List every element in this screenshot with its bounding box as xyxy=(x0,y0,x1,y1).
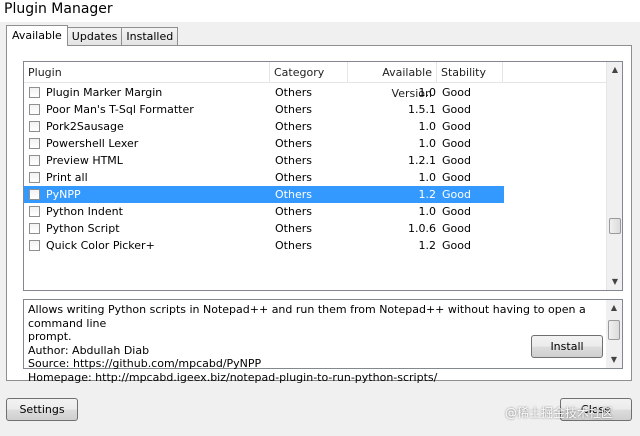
settings-button[interactable]: Settings xyxy=(6,398,78,421)
plugin-stability: Good xyxy=(442,239,471,252)
scrollbar-thumb[interactable] xyxy=(608,320,620,340)
list-item[interactable]: PyNPP Others 1.2 Good xyxy=(24,186,504,203)
checkbox-icon[interactable] xyxy=(29,206,40,217)
plugin-name: Python Script xyxy=(46,222,120,235)
plugin-version: 1.5.1 xyxy=(408,103,436,116)
plugin-version: 1.0 xyxy=(418,171,437,184)
column-header-category[interactable]: Category xyxy=(270,62,348,83)
column-header-stability[interactable]: Stability xyxy=(437,62,503,83)
column-header-available-version[interactable]: Available Version xyxy=(348,62,437,100)
scrollbar-thumb[interactable] xyxy=(609,218,621,235)
plugin-name: Preview HTML xyxy=(46,154,123,167)
tab-panel: Plugin Category Available Version Stabil… xyxy=(6,45,632,384)
description-text: Allows writing Python scripts in Notepad… xyxy=(28,303,602,384)
plugin-version: 1.0 xyxy=(418,120,437,133)
list-item[interactable]: Poor Man's T-Sql Formatter Others 1.5.1 Goo… xyxy=(24,101,504,118)
description-source: Source: https://github.com/mpcabd/PyNPP xyxy=(28,357,262,370)
description-scrollbar[interactable]: ▲ ▼ xyxy=(606,300,622,368)
up-arrow-icon[interactable]: ▲ xyxy=(606,300,622,316)
title-bar: Plugin Manager xyxy=(0,0,640,22)
description-author: Author: Abdullah Diab xyxy=(28,343,150,357)
down-arrow-icon[interactable]: ▼ xyxy=(606,352,622,368)
plugin-category: Others xyxy=(275,103,312,116)
plugin-stability: Good xyxy=(442,171,471,184)
plugin-stability: Good xyxy=(442,86,471,99)
plugin-name: Powershell Lexer xyxy=(46,137,139,150)
list-header: Plugin Category Available Version Stabil… xyxy=(24,62,606,100)
plugin-stability: Good xyxy=(442,188,471,201)
plugin-version: 1.0 xyxy=(418,205,437,218)
tab-strip: Available Updates Installed xyxy=(6,25,179,46)
window-title: Plugin Manager xyxy=(4,1,113,17)
plugin-stability: Good xyxy=(442,154,471,167)
list-item[interactable]: Preview HTML Others 1.2.1 Good xyxy=(24,152,504,169)
checkbox-icon[interactable] xyxy=(29,104,40,115)
plugin-stability: Good xyxy=(442,222,471,235)
up-arrow-icon[interactable]: ▲ xyxy=(607,62,622,78)
plugin-category: Others xyxy=(275,188,312,201)
plugin-category: Others xyxy=(275,171,312,184)
checkbox-icon[interactable] xyxy=(29,189,40,200)
list-item[interactable]: Plugin Marker Margin Others 1.0 Good xyxy=(24,84,504,101)
plugin-category: Others xyxy=(275,205,312,218)
checkbox-icon[interactable] xyxy=(29,223,40,234)
plugin-name: Python Indent xyxy=(46,205,123,218)
checkbox-icon[interactable] xyxy=(29,155,40,166)
list-item[interactable]: Python Script Others 1.0.6 Good xyxy=(24,220,504,237)
checkbox-icon[interactable] xyxy=(29,138,40,149)
plugin-version: 1.2.1 xyxy=(408,154,436,167)
watermark: @稀土掘金技术社区 xyxy=(505,406,614,420)
install-button[interactable]: Install xyxy=(531,335,603,358)
checkbox-icon[interactable] xyxy=(29,121,40,132)
plugin-version: 1.0 xyxy=(418,86,437,99)
plugin-category: Others xyxy=(275,137,312,150)
checkbox-icon[interactable] xyxy=(29,87,40,98)
description-line: prompt. xyxy=(28,330,72,343)
plugin-list[interactable]: Plugin Category Available Version Stabil… xyxy=(23,61,623,291)
checkbox-icon[interactable] xyxy=(29,172,40,183)
plugin-stability: Good xyxy=(442,103,471,116)
tab-available[interactable]: Available xyxy=(6,25,68,46)
plugin-category: Others xyxy=(275,120,312,133)
down-arrow-icon[interactable]: ▼ xyxy=(607,274,622,290)
plugin-category: Others xyxy=(275,222,312,235)
plugin-name: Plugin Marker Margin xyxy=(46,86,163,99)
list-rows: Plugin Marker Margin Others 1.0 Good Poor Ma… xyxy=(24,83,606,290)
plugin-name: Pork2Sausage xyxy=(46,120,124,133)
column-header-plugin[interactable]: Plugin xyxy=(24,62,270,83)
plugin-category: Others xyxy=(275,154,312,167)
plugin-version: 1.2 xyxy=(418,239,437,252)
list-item[interactable]: Python Indent Others 1.0 Good xyxy=(24,203,504,220)
plugin-version: 1.0.6 xyxy=(408,222,436,235)
plugin-name: PyNPP xyxy=(46,188,81,201)
tab-updates[interactable]: Updates xyxy=(66,27,123,46)
list-item[interactable]: Powershell Lexer Others 1.0 Good xyxy=(24,135,504,152)
plugin-manager-window: Plugin Manager Available Updates Install… xyxy=(0,0,640,436)
plugin-stability: Good xyxy=(442,205,471,218)
list-item[interactable]: Pork2Sausage Others 1.0 Good xyxy=(24,118,504,135)
checkbox-icon[interactable] xyxy=(29,240,40,251)
plugin-stability: Good xyxy=(442,120,471,133)
plugin-category: Others xyxy=(275,239,312,252)
plugin-category: Others xyxy=(275,86,312,99)
plugin-description: Allows writing Python scripts in Notepad… xyxy=(23,299,623,384)
plugin-name: Poor Man's T-Sql Formatter xyxy=(46,103,194,116)
list-item[interactable]: Quick Color Picker+ Others 1.2 Good xyxy=(24,237,504,254)
description-homepage: Homepage: http://mpcabd.igeex.biz/notepa… xyxy=(28,370,438,384)
plugin-stability: Good xyxy=(442,137,471,150)
plugin-version: 1.2 xyxy=(418,188,437,201)
list-item[interactable]: Print all Others 1.0 Good xyxy=(24,169,504,186)
plugin-name: Quick Color Picker+ xyxy=(46,239,155,252)
plugin-name: Print all xyxy=(46,171,88,184)
description-line: Allows writing Python scripts in Notepad… xyxy=(28,303,586,330)
list-scrollbar[interactable]: ▲ ▼ xyxy=(606,62,622,290)
tab-installed[interactable]: Installed xyxy=(121,27,179,46)
plugin-version: 1.0 xyxy=(418,137,437,150)
